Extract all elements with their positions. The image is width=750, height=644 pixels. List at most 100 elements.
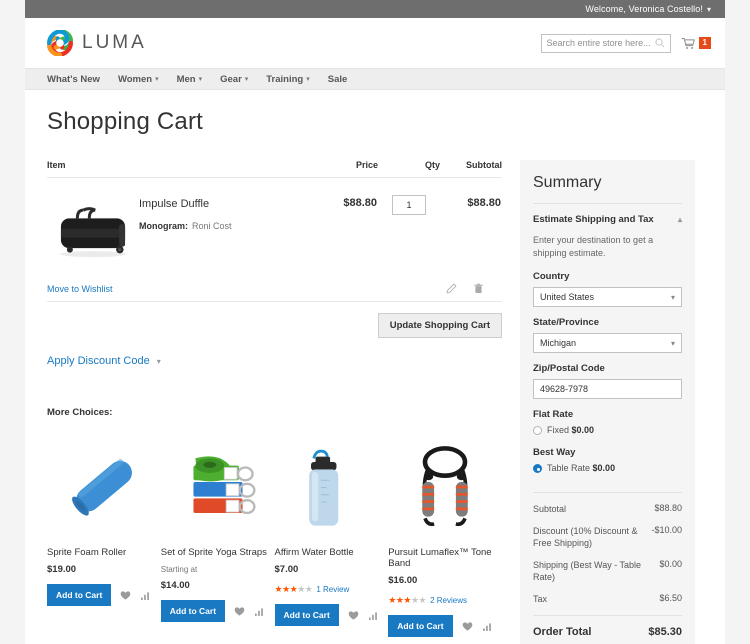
product-name[interactable]: Pursuit Lumaflex™ Tone Band [388,547,502,569]
state-select[interactable]: Michigan ▾ [533,333,682,354]
option-sep: : [185,221,188,231]
review-count-link[interactable]: 2 Reviews [430,596,467,605]
option-value: Roni Cost [192,221,232,231]
estimate-shipping-toggle[interactable]: Estimate Shipping and Tax ▴ [533,214,682,225]
product-actions: Add to Cart [47,584,161,606]
heart-icon[interactable] [234,606,245,617]
cart-icon [681,37,696,50]
total-row-discount: Discount (10% Discount & Free Shipping) … [533,525,682,550]
compare-icon[interactable] [140,590,151,601]
heart-icon[interactable] [348,610,359,621]
product-grid: Sprite Foam Roller $19.00 Add to Cart Se… [47,430,502,637]
shipping-option-table-rate[interactable]: Table Rate $0.00 [533,463,682,473]
search-input[interactable]: Search entire store here... [540,33,671,53]
country-value: United States [540,292,595,303]
product-image-impulse-duffle[interactable] [47,192,139,270]
product-price: $14.00 [160,580,190,591]
update-shopping-cart-button[interactable]: Update Shopping Cart [377,313,502,338]
cart-item-actions: Move to Wishlist [47,270,502,302]
cart-item-qty-cell: 1 [378,178,440,271]
order-summary-panel: Summary Estimate Shipping and Tax ▴ Ente… [520,160,695,644]
compare-icon[interactable] [368,610,379,621]
welcome-message[interactable]: Welcome, Veronica Costello! [585,4,703,14]
nav-label: Women [117,73,153,85]
heart-icon[interactable] [462,621,473,632]
compare-icon[interactable] [254,606,265,617]
product-image-affirm-water-bottle[interactable] [275,430,389,535]
chevron-down-icon[interactable]: ▾ [707,5,711,14]
list-item: Set of Sprite Yoga Straps Starting at $1… [160,430,275,637]
chevron-down-icon: ▾ [670,292,675,302]
nav-item-training[interactable]: Training ▾ [266,74,309,85]
add-to-cart-button[interactable]: Add to Cart [388,615,453,637]
chevron-down-icon: ▾ [244,76,249,83]
total-label: Subtotal [533,504,567,515]
more-choices-heading: More Choices: [47,407,113,418]
shipping-option-fixed[interactable]: Fixed $0.00 [533,425,682,435]
product-image-sprite-foam-roller[interactable] [47,430,161,535]
logo[interactable]: LUMA [46,28,147,58]
radio-icon[interactable] [533,425,542,435]
cart-item-subtotal: $88.80 [467,197,501,209]
chevron-down-icon: ▾ [198,76,203,83]
total-label: Tax [533,594,548,605]
trash-icon[interactable] [473,283,484,294]
total-row-tax: Tax $6.50 [533,593,682,606]
search-placeholder: Search entire store here... [546,38,651,48]
cart-table: Item Price Qty Subtotal Impulse Duffle M… [47,160,502,270]
product-image-sprite-yoga-straps[interactable] [161,430,275,535]
main-navigation: What's New Women ▾ Men ▾ Gear ▾ Training ▾ S… [25,68,725,90]
add-to-cart-button[interactable]: Add to Cart [47,584,112,606]
nav-item-gear[interactable]: Gear ▾ [220,74,248,85]
add-to-cart-button[interactable]: Add to Cart [274,604,339,626]
estimate-description: Enter your destination to get a shipping… [533,235,654,259]
header-actions: Search entire store here... 1 [540,33,711,53]
nav-item-men[interactable]: Men ▾ [177,74,203,85]
product-name[interactable]: Sprite Foam Roller [47,547,161,558]
nav-item-whats-new[interactable]: What's New [47,74,100,85]
state-label: State/Province [533,317,599,329]
add-to-cart-button[interactable]: Add to Cart [160,600,226,622]
apply-discount-code-toggle[interactable]: Apply Discount Code ▾ [47,355,161,367]
product-name[interactable]: Affirm Water Bottle [275,547,389,558]
product-actions: Add to Cart [160,600,275,622]
heart-icon[interactable] [120,590,131,601]
compare-icon[interactable] [482,621,493,632]
table-row: Impulse Duffle Monogram: Roni Cost $88.80 [47,178,502,271]
pencil-icon[interactable] [446,283,457,294]
product-details: Impulse Duffle Monogram: Roni Cost [139,192,232,270]
site-header: LUMA Search entire store here... 1 [25,18,725,68]
search-icon[interactable] [655,38,665,48]
shipping-option-amount: $0.00 [571,425,595,436]
move-to-wishlist-link[interactable]: Move to Wishlist [47,284,113,294]
minicart-button[interactable]: 1 [681,37,711,50]
order-total-row: Order Total $85.30 [533,614,682,638]
col-subtotal: Subtotal [440,160,502,178]
list-item: Sprite Foam Roller $19.00 Add to Cart [47,430,161,637]
summary-title: Summary [533,174,602,191]
product-name[interactable]: Impulse Duffle [139,198,232,210]
zip-input[interactable]: 49628-7978 [533,379,682,400]
nav-item-sale[interactable]: Sale [328,74,348,85]
main-content: Shopping Cart Item Price Qty Subtotal Im… [25,108,725,644]
product-name[interactable]: Set of Sprite Yoga Straps [161,547,275,558]
order-total-label: Order Total [533,625,592,638]
review-count-link[interactable]: 1 Review [316,585,349,594]
col-price: Price [308,160,378,178]
shipping-method-flat-rate: Flat Rate Fixed $0.00 [533,409,682,435]
list-item: Pursuit Lumaflex™ Tone Band $16.00 ★★★★★… [388,430,502,637]
quantity-stepper[interactable]: 1 [392,195,426,215]
top-welcome-bar: Welcome, Veronica Costello! ▾ [25,0,725,18]
product-image-pursuit-lumaflex-tone-band[interactable] [388,430,502,535]
nav-label: Men [176,73,196,85]
radio-icon-selected[interactable] [533,463,542,473]
product-price: $19.00 [47,564,77,575]
discount-label: Apply Discount Code [47,355,150,367]
country-select[interactable]: United States ▾ [533,287,682,308]
total-amount: $88.80 [654,503,682,514]
product-option: Monogram: Roni Cost [139,221,232,231]
total-label: Shipping (Best Way - Table Rate) [533,559,642,583]
update-cart-row: Update Shopping Cart [47,302,502,338]
chevron-down-icon: ▾ [155,76,159,83]
nav-item-women[interactable]: Women ▾ [118,74,159,85]
